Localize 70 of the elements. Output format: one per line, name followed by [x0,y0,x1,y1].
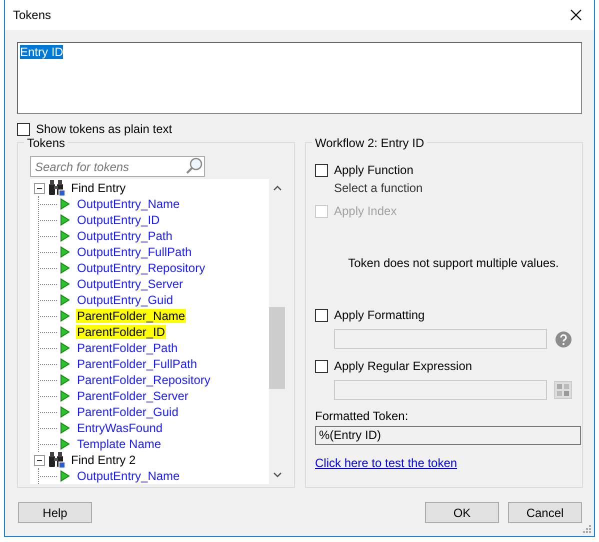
checkbox-label: Apply Formatting [334,308,425,322]
checkbox[interactable] [315,164,328,176]
format-field[interactable] [334,329,547,349]
play-icon [60,310,70,322]
token-label[interactable]: ParentFolder_Guid [76,405,180,419]
dialog-button[interactable]: OK [425,502,499,523]
scrollbar-thumb[interactable] [269,307,285,389]
checkbox[interactable] [315,308,328,322]
token-label[interactable]: ParentFolder_ID [76,325,166,339]
formatted-token-field[interactable]: %(Entry ID) [315,426,581,445]
dialog-button[interactable]: Cancel [508,502,582,523]
expression-text: Entry ID [20,45,64,59]
play-icon [60,358,70,370]
play-icon [60,230,70,242]
play-icon [60,326,70,338]
field-label: Formatted Token: [315,409,410,423]
resize-grip-icon [583,525,591,533]
help-icon [555,330,572,348]
checkbox[interactable] [17,122,30,136]
play-icon [60,406,70,418]
token-label[interactable]: OutputEntry_Server [76,277,184,291]
token-label[interactable]: OutputEntry_Name [76,197,181,211]
grid-icon [554,381,572,399]
play-icon [60,422,70,434]
help-button[interactable]: Help [18,502,92,523]
play-icon [60,198,70,210]
checkbox-label: Apply Index [334,204,397,218]
play-icon [60,246,70,258]
play-icon [60,214,70,226]
play-icon [60,438,70,450]
window-title: Tokens [13,8,52,22]
search-icon [185,157,203,175]
token-label[interactable]: EntryWasFound [76,421,164,435]
activity-label[interactable]: Find Entry 2 [71,453,136,467]
token-label[interactable]: OutputEntry_ID [76,213,161,227]
collapse-icon[interactable] [34,182,45,194]
activity-label[interactable]: Find Entry [71,181,126,195]
close-icon[interactable] [570,9,582,21]
info-message: Token does not support multiple values. [347,255,560,272]
token-label[interactable]: OutputEntry_Name [76,469,181,483]
token-label[interactable]: OutputEntry_FullPath [76,245,193,259]
binoculars-icon [48,451,66,469]
group-title: Tokens [24,136,68,150]
token-label[interactable]: OutputEntry_Path [76,229,174,243]
play-icon [60,294,70,306]
group-title: Workflow 2: Entry ID [312,136,428,150]
function-hint: Select a function [334,181,424,195]
token-label[interactable]: OutputEntry_Guid [76,293,174,307]
play-icon [60,342,70,354]
checkbox[interactable] [315,360,328,372]
checkbox-label: Show tokens as plain text [36,122,172,136]
play-icon [60,390,70,402]
checkbox-label: Apply Regular Expression [334,359,472,373]
collapse-icon[interactable] [34,454,45,466]
test-token-link[interactable]: Click here to test the token [315,456,458,470]
token-label[interactable]: OutputEntry_Repository [76,261,206,275]
checkbox-label: Apply Function [334,163,414,177]
regex-field[interactable] [334,380,547,400]
search-field[interactable]: Search for tokens [30,156,205,177]
token-label[interactable]: Template Name [76,437,162,451]
play-icon [60,374,70,386]
token-label[interactable]: ParentFolder_FullPath [76,357,198,371]
token-label[interactable]: ParentFolder_Path [76,341,179,355]
expression-field[interactable]: Entry ID [17,42,582,114]
play-icon [60,278,70,290]
play-icon [60,262,70,274]
play-icon [60,470,70,482]
token-label[interactable]: ParentFolder_Name [76,309,186,323]
token-label[interactable]: ParentFolder_Repository [76,373,212,387]
token-label[interactable]: ParentFolder_Server [76,389,190,403]
